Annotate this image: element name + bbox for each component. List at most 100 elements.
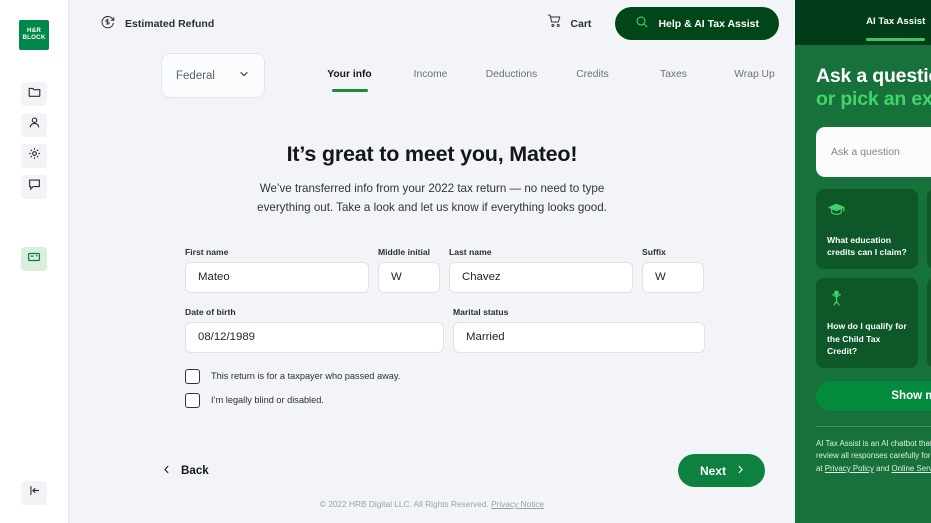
sidebar-item-messages[interactable] <box>21 175 47 199</box>
date-of-birth-input[interactable]: 08/12/1989 <box>185 322 444 353</box>
panel-tab-ai-tax-assist[interactable]: AI Tax Assist <box>866 16 925 29</box>
collapse-left-icon <box>28 484 41 502</box>
tab-income[interactable]: Income <box>390 63 471 88</box>
cart-icon <box>547 13 563 34</box>
panel-title-line-2: or pick an example <box>816 88 931 111</box>
personal-info-form: First name Mateo Middle initial W Last n… <box>185 247 699 408</box>
estimated-refund-widget[interactable]: Estimated Refund <box>99 13 214 35</box>
rail-icon-list <box>21 82 47 271</box>
disclaimer-text-part-2: and <box>874 464 892 473</box>
main-area: Estimated Refund Cart Help & AI Tax Assi <box>69 0 795 523</box>
example-card-child-tax-credit[interactable]: How do I qualify for the Child Tax Credi… <box>816 278 918 368</box>
dob-marital-row: Date of birth 08/12/1989 Marital status … <box>185 307 699 353</box>
suffix-input[interactable]: W <box>642 262 704 293</box>
left-rail: H&R BLOCK <box>0 0 69 523</box>
tab-your-info[interactable]: Your info <box>309 63 390 88</box>
marital-status-field: Marital status Married <box>453 307 705 353</box>
online-service-agreement-link[interactable]: Online Service Agreement <box>891 464 931 473</box>
person-icon <box>28 116 41 134</box>
bottom-navigation: Back Next <box>69 454 795 487</box>
example-question-cards: What education credits can I claim? Why … <box>816 189 931 368</box>
sidebar-item-calculator[interactable] <box>21 247 47 271</box>
graduation-cap-icon <box>827 200 908 224</box>
panel-divider <box>816 426 931 427</box>
next-label: Next <box>700 464 726 478</box>
child-icon <box>827 289 908 313</box>
top-bar: Estimated Refund Cart Help & AI Tax Assi <box>69 0 795 47</box>
page-subtitle: We’ve transferred info from your 2022 ta… <box>257 180 607 218</box>
suffix-label: Suffix <box>642 247 704 257</box>
example-card-label: What education credits can I claim? <box>827 234 908 259</box>
page-title: It’s great to meet you, Mateo! <box>69 142 795 167</box>
sidebar-item-settings[interactable] <box>21 144 47 168</box>
example-card-refund-difference[interactable]: Why is my refund different this year? <box>927 189 931 269</box>
ask-question-input[interactable]: Ask a question <box>816 127 931 177</box>
middle-initial-field: Middle initial W <box>378 247 440 293</box>
chevron-right-icon <box>735 464 746 478</box>
chevron-down-icon <box>238 67 250 85</box>
tab-taxes[interactable]: Taxes <box>633 63 714 88</box>
calculator-icon <box>27 250 41 269</box>
date-of-birth-field: Date of birth 08/12/1989 <box>185 307 444 353</box>
date-of-birth-label: Date of birth <box>185 307 444 317</box>
panel-title-line-1: Ask a question <box>816 65 931 87</box>
show-more-button[interactable]: Show more <box>816 381 931 411</box>
logo-line-2: BLOCK <box>23 35 46 42</box>
chat-bubble-icon <box>28 178 41 196</box>
next-button[interactable]: Next <box>678 454 765 487</box>
first-name-input[interactable]: Mateo <box>185 262 369 293</box>
checkbox-group: This return is for a taxpayer who passed… <box>185 369 699 408</box>
deceased-taxpayer-label: This return is for a taxpayer who passed… <box>211 371 400 381</box>
example-card-label: How do I qualify for the Child Tax Credi… <box>827 320 908 357</box>
tab-wrap-up[interactable]: Wrap Up <box>714 63 795 88</box>
help-ai-tax-assist-button[interactable]: Help & AI Tax Assist <box>615 7 779 40</box>
suffix-field: Suffix W <box>642 247 704 293</box>
section-tabs: Your info Income Deductions Credits Taxe… <box>309 63 795 88</box>
deceased-taxpayer-checkbox[interactable] <box>185 369 200 384</box>
middle-initial-input[interactable]: W <box>378 262 440 293</box>
deceased-taxpayer-checkbox-row[interactable]: This return is for a taxpayer who passed… <box>185 369 699 384</box>
marital-status-input[interactable]: Married <box>453 322 705 353</box>
example-card-form-1099-nec[interactable]: Why did I receive Form 1099-NEC? <box>927 278 931 368</box>
panel-title: Ask a question or pick an example <box>816 65 931 112</box>
blind-disabled-checkbox-row[interactable]: I’m legally blind or disabled. <box>185 393 699 408</box>
panel-body: Ask a question or pick an example Ask a … <box>795 45 931 523</box>
estimated-refund-label: Estimated Refund <box>125 18 214 30</box>
blind-disabled-label: I’m legally blind or disabled. <box>211 395 324 405</box>
middle-initial-label: Middle initial <box>378 247 440 257</box>
help-button-label: Help & AI Tax Assist <box>658 18 759 30</box>
blind-disabled-checkbox[interactable] <box>185 393 200 408</box>
first-name-label: First name <box>185 247 369 257</box>
last-name-field: Last name Chavez <box>449 247 633 293</box>
search-icon <box>635 15 649 32</box>
jurisdiction-value: Federal <box>176 70 215 82</box>
nav-row: Federal Your info Income Deductions Cred… <box>69 47 795 98</box>
back-label: Back <box>181 464 209 477</box>
marital-status-label: Marital status <box>453 307 705 317</box>
tab-deductions[interactable]: Deductions <box>471 63 552 88</box>
sidebar-item-profile[interactable] <box>21 113 47 137</box>
jurisdiction-select[interactable]: Federal <box>161 53 265 98</box>
tab-credits[interactable]: Credits <box>552 63 633 88</box>
privacy-policy-link[interactable]: Privacy Policy <box>825 464 874 473</box>
footer: © 2022 HRB Digital LLC. All Rights Reser… <box>69 499 795 509</box>
last-name-input[interactable]: Chavez <box>449 262 633 293</box>
last-name-label: Last name <box>449 247 633 257</box>
content-area: It’s great to meet you, Mateo! We’ve tra… <box>69 98 795 523</box>
cart-button[interactable]: Cart <box>547 13 591 34</box>
back-button[interactable]: Back <box>161 464 209 478</box>
sidebar-item-documents[interactable] <box>21 82 47 106</box>
footer-copyright: © 2022 HRB Digital LLC. All Rights Reser… <box>320 499 491 509</box>
name-row: First name Mateo Middle initial W Last n… <box>185 247 699 293</box>
hr-block-logo[interactable]: H&R BLOCK <box>19 20 49 50</box>
collapse-sidebar-button[interactable] <box>21 481 47 505</box>
gear-icon <box>28 147 41 165</box>
privacy-notice-link[interactable]: Privacy Notice <box>491 499 544 509</box>
ai-tax-assist-panel: AI Tax Assist Help Ask a question or pic… <box>795 0 931 523</box>
example-card-education-credits[interactable]: What education credits can I claim? <box>816 189 918 269</box>
chevron-left-icon <box>161 464 172 478</box>
cart-label: Cart <box>570 18 591 30</box>
app-root: H&R BLOCK <box>0 0 931 523</box>
first-name-field: First name Mateo <box>185 247 369 293</box>
ai-disclaimer: AI Tax Assist is an AI chatbot that is s… <box>816 438 931 475</box>
